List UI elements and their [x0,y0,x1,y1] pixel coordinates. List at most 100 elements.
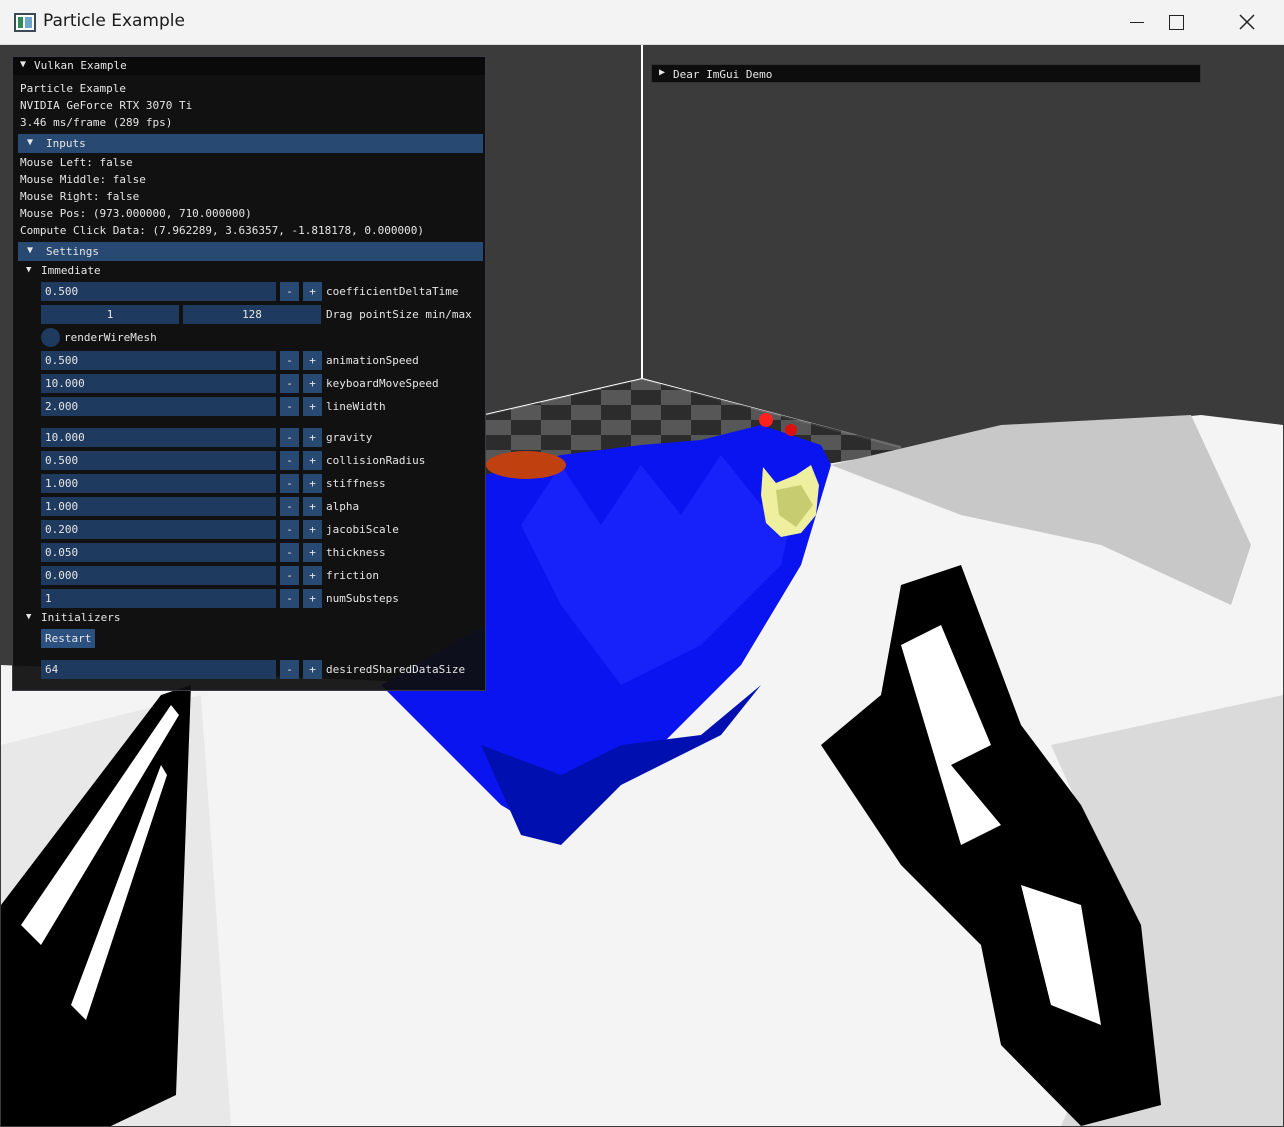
collapse-arrow-icon[interactable]: ▼ [20,59,26,70]
collision-radius-input[interactable]: 0.500 [41,451,276,470]
decrement-button[interactable]: - [280,543,299,562]
num-substeps-input[interactable]: 1 [41,589,276,608]
point-size-max-drag[interactable]: 128 [183,305,321,324]
collapse-arrow-icon: ▼ [27,245,34,256]
render-wire-mesh-label: renderWireMesh [64,331,157,344]
gravity-label: gravity [326,431,373,444]
coefficient-delta-time-input[interactable]: 0.500 [41,282,276,301]
jacobi-scale-row: 0.200 - + jacobiScale [41,520,486,539]
desired-shared-data-size-label: desiredSharedDataSize [326,663,466,676]
mouse-right-text: Mouse Right: false [20,190,140,203]
collision-radius-row: 0.500 - + collisionRadius [41,451,486,470]
decrement-button[interactable]: - [280,374,299,393]
decrement-button[interactable]: - [280,451,299,470]
tree-arrow-icon: ▼ [26,612,32,622]
gpu-name-text: NVIDIA GeForce RTX 3070 Ti [20,99,193,112]
render-wire-mesh-toggle[interactable] [41,328,60,347]
increment-button[interactable]: + [303,451,322,470]
initializers-label: Initializers [41,611,121,624]
compute-click-text: Compute Click Data: (7.962289, 3.636357,… [20,224,424,237]
point-size-label: Drag pointSize min/max [326,308,472,321]
line-width-input[interactable]: 2.000 [41,397,276,416]
imgui-demo-window[interactable]: ▶ Dear ImGui Demo [651,64,1201,83]
increment-button[interactable]: + [303,497,322,516]
panel-title-bar[interactable]: ▼ Vulkan Example [13,57,485,75]
line-width-row: 2.000 - + lineWidth [41,397,486,416]
app-name-text: Particle Example [20,82,126,95]
coefficient-delta-time-row: 0.500 - + coefficientDeltaTime [41,282,486,301]
increment-button[interactable]: + [303,397,322,416]
thickness-label: thickness [326,546,386,559]
increment-button[interactable]: + [303,543,322,562]
demo-window-title: Dear ImGui Demo [673,68,773,81]
num-substeps-label: numSubsteps [326,592,399,605]
friction-row: 0.000 - + friction [41,566,486,585]
immediate-label: Immediate [41,264,101,277]
increment-button[interactable]: + [303,351,322,370]
decrement-button[interactable]: - [280,351,299,370]
point-size-min-drag[interactable]: 1 [41,305,179,324]
mouse-middle-text: Mouse Middle: false [20,173,146,186]
increment-button[interactable]: + [303,374,322,393]
stiffness-input[interactable]: 1.000 [41,474,276,493]
increment-button[interactable]: + [303,282,322,301]
gravity-row: 10.000 - + gravity [41,428,486,447]
decrement-button[interactable]: - [280,566,299,585]
tree-arrow-icon: ▼ [26,265,32,275]
alpha-row: 1.000 - + alpha [41,497,486,516]
desired-shared-data-size-row: 64 - + desiredSharedDataSize [41,660,486,679]
render-wire-mesh-row: renderWireMesh [41,328,486,347]
app-icon [14,13,36,32]
keyboard-move-speed-label: keyboardMoveSpeed [326,377,439,390]
animation-speed-label: animationSpeed [326,354,419,367]
vulkan-example-panel[interactable]: ▼ Vulkan Example Particle Example NVIDIA… [12,56,486,691]
window-title: Particle Example [43,11,185,31]
gravity-input[interactable]: 10.000 [41,428,276,447]
point-size-row: 1 128 Drag pointSize min/max [41,305,486,324]
decrement-button[interactable]: - [280,282,299,301]
friction-input[interactable]: 0.000 [41,566,276,585]
frame-time-text: 3.46 ms/frame (289 fps) [20,116,173,129]
mouse-left-text: Mouse Left: false [20,156,133,169]
collapse-arrow-icon: ▼ [27,137,34,148]
line-width-label: lineWidth [326,400,386,413]
decrement-button[interactable]: - [280,589,299,608]
friction-label: friction [326,569,379,582]
increment-button[interactable]: + [303,474,322,493]
title-bar: Particle Example [0,0,1284,45]
maximize-icon [1169,15,1184,30]
stiffness-row: 1.000 - + stiffness [41,474,486,493]
num-substeps-row: 1 - + numSubsteps [41,589,486,608]
collision-radius-label: collisionRadius [326,454,426,467]
decrement-button[interactable]: - [280,497,299,516]
decrement-button[interactable]: - [280,660,299,679]
coefficient-delta-time-label: coefficientDeltaTime [326,285,459,298]
thickness-input[interactable]: 0.050 [41,543,276,562]
jacobi-scale-label: jacobiScale [326,523,399,536]
alpha-label: alpha [326,500,360,513]
decrement-button[interactable]: - [280,428,299,447]
increment-button[interactable]: + [303,589,322,608]
decrement-button[interactable]: - [280,474,299,493]
inputs-header-label: Inputs [46,137,86,150]
increment-button[interactable]: + [303,566,322,585]
desired-shared-data-size-input[interactable]: 64 [41,660,276,679]
close-button[interactable] [1212,0,1282,45]
restart-button[interactable]: Restart [41,629,96,648]
decrement-button[interactable]: - [280,397,299,416]
settings-header[interactable]: ▼ Settings [18,242,483,261]
mouse-pos-text: Mouse Pos: (973.000000, 710.000000) [20,207,252,220]
keyboard-move-speed-row: 10.000 - + keyboardMoveSpeed [41,374,486,393]
expand-arrow-icon[interactable]: ▶ [659,67,665,78]
increment-button[interactable]: + [303,428,322,447]
maximize-button[interactable] [1142,0,1212,45]
increment-button[interactable]: + [303,520,322,539]
increment-button[interactable]: + [303,660,322,679]
keyboard-move-speed-input[interactable]: 10.000 [41,374,276,393]
panel-title: Vulkan Example [34,59,127,72]
jacobi-scale-input[interactable]: 0.200 [41,520,276,539]
alpha-input[interactable]: 1.000 [41,497,276,516]
decrement-button[interactable]: - [280,520,299,539]
inputs-header[interactable]: ▼ Inputs [18,134,483,153]
animation-speed-input[interactable]: 0.500 [41,351,276,370]
